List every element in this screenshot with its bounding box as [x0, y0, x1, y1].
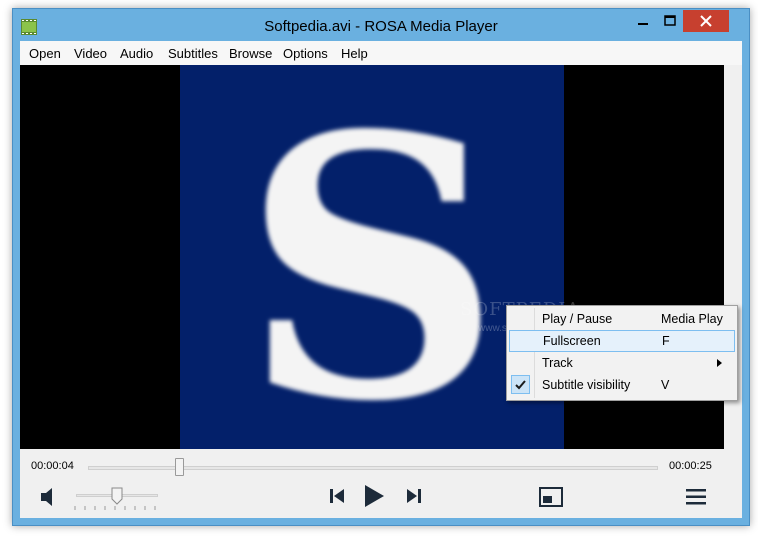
ctx-item-subtitle-visibility[interactable]: Subtitle visibility V	[509, 374, 735, 396]
checkmark-box	[511, 375, 530, 394]
title-bar[interactable]: Softpedia.avi - ROSA Media Player	[13, 9, 749, 41]
ctx-item-label: Subtitle visibility	[542, 378, 631, 392]
menu-bar: Open Video Audio Subtitles Browse Option…	[20, 41, 742, 65]
context-menu: Play / Pause Media Play Fullscreen F Tra…	[506, 305, 738, 401]
volume-handle[interactable]	[111, 487, 123, 505]
menu-audio[interactable]: Audio	[120, 46, 153, 61]
menu-subtitles[interactable]: Subtitles	[168, 46, 218, 61]
ctx-item-track[interactable]: Track	[509, 352, 735, 374]
volume-ticks	[74, 506, 156, 510]
submenu-arrow-icon	[717, 359, 722, 367]
checkmark-icon	[515, 380, 526, 390]
volume-icon[interactable]	[40, 487, 56, 507]
menu-open[interactable]: Open	[29, 46, 61, 61]
total-time: 00:00:25	[669, 460, 712, 472]
previous-icon[interactable]	[329, 488, 345, 504]
video-area[interactable]: S SOFTPEDIA www.softpedia.com Play / Pau…	[20, 57, 738, 480]
player-window: Softpedia.avi - ROSA Media Player Open V…	[12, 8, 750, 526]
ctx-item-shortcut: V	[661, 378, 670, 392]
menu-video[interactable]: Video	[74, 46, 107, 61]
svg-text:S: S	[242, 65, 502, 449]
seek-handle[interactable]	[175, 458, 185, 476]
maximize-icon[interactable]	[657, 10, 683, 32]
compact-mode-icon[interactable]	[539, 487, 563, 507]
play-icon[interactable]	[363, 484, 385, 508]
elapsed-time: 00:00:04	[31, 460, 74, 472]
minimize-icon[interactable]	[629, 10, 657, 32]
menu-help[interactable]: Help	[341, 46, 368, 61]
ctx-item-shortcut: Media Play	[661, 312, 723, 326]
close-icon[interactable]	[683, 10, 729, 32]
ctx-item-fullscreen[interactable]: Fullscreen F	[509, 330, 735, 352]
ctx-item-shortcut: F	[662, 334, 670, 348]
ctx-item-label: Fullscreen	[543, 334, 601, 348]
ctx-item-label: Play / Pause	[542, 312, 613, 326]
seek-slider[interactable]	[88, 466, 658, 470]
control-bar: 00:00:04 00:00:25	[20, 449, 742, 518]
menu-browse[interactable]: Browse	[229, 46, 272, 61]
ctx-item-play-pause[interactable]: Play / Pause Media Play	[509, 308, 735, 330]
menu-hamburger-icon[interactable]	[685, 488, 707, 506]
client-area: Open Video Audio Subtitles Browse Option…	[20, 41, 742, 518]
ctx-item-label: Track	[542, 356, 573, 370]
menu-options[interactable]: Options	[283, 46, 328, 61]
next-icon[interactable]	[406, 488, 422, 504]
